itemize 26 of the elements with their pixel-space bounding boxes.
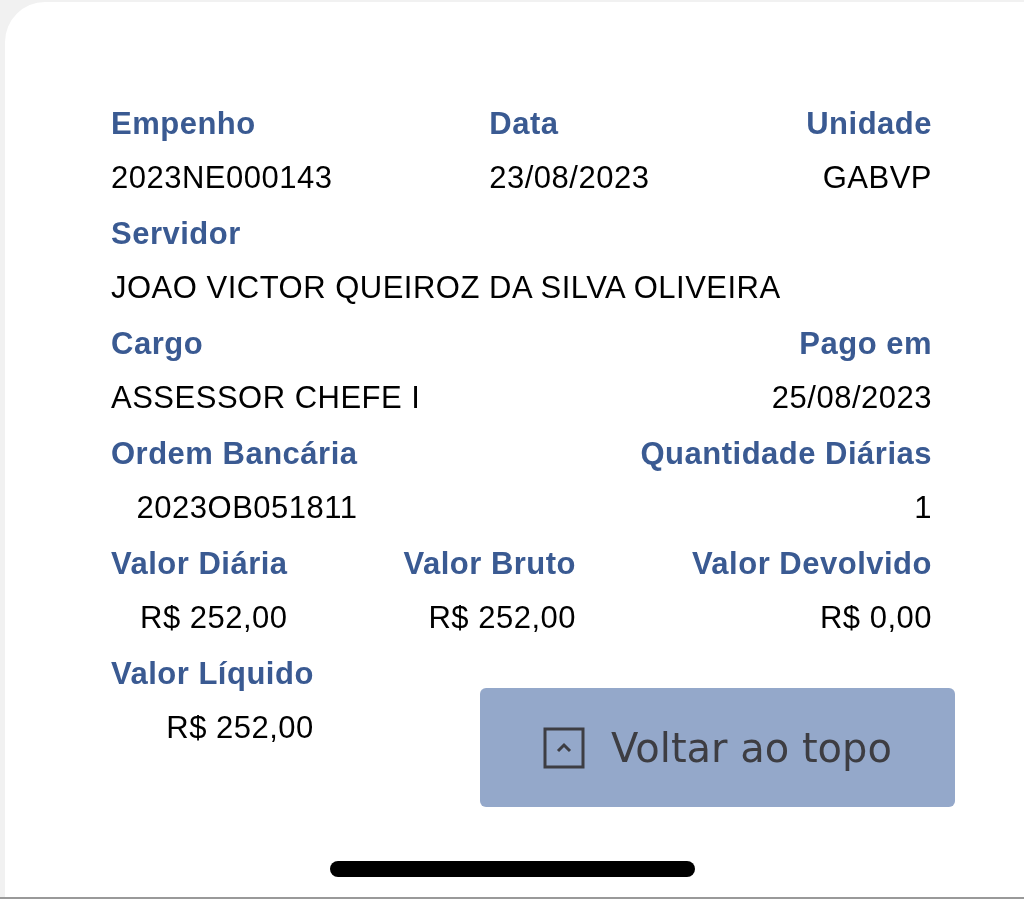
back-to-top-button[interactable]: Voltar ao topo [480,688,955,807]
field-label: Valor Diária [111,546,288,582]
field-value: ASSESSOR CHEFE I [111,380,421,416]
field-label: Unidade [806,106,932,142]
field-label: Data [489,106,559,142]
field-label: Cargo [111,326,204,362]
field-label: Ordem Bancária [111,436,358,472]
field-label: Valor Devolvido [691,546,932,582]
caret-up-icon [543,726,586,769]
field-value: R$ 0,00 [819,600,932,636]
field-label: Empenho [111,106,256,142]
field-value: 1 [914,490,932,526]
field-value: 2023OB051811 [136,490,358,526]
field-value: 23/08/2023 [489,160,650,196]
field-value: R$ 252,00 [428,600,577,636]
field-label: Valor Líquido [111,656,314,692]
field-value: 2023NE000143 [111,160,333,196]
field-value: JOAO VICTOR QUEIROZ DA SILVA OLIVEIRA [111,270,781,306]
field-label: Quantidade Diárias [640,436,932,472]
field-value: GABVP [822,160,932,196]
field-value: R$ 252,00 [166,710,314,746]
field-label: Pago em [799,326,932,362]
field-label: Valor Bruto [403,546,577,582]
field-value: 25/08/2023 [771,380,932,416]
field-value: R$ 252,00 [140,600,288,636]
field-label: Servidor [111,216,241,252]
